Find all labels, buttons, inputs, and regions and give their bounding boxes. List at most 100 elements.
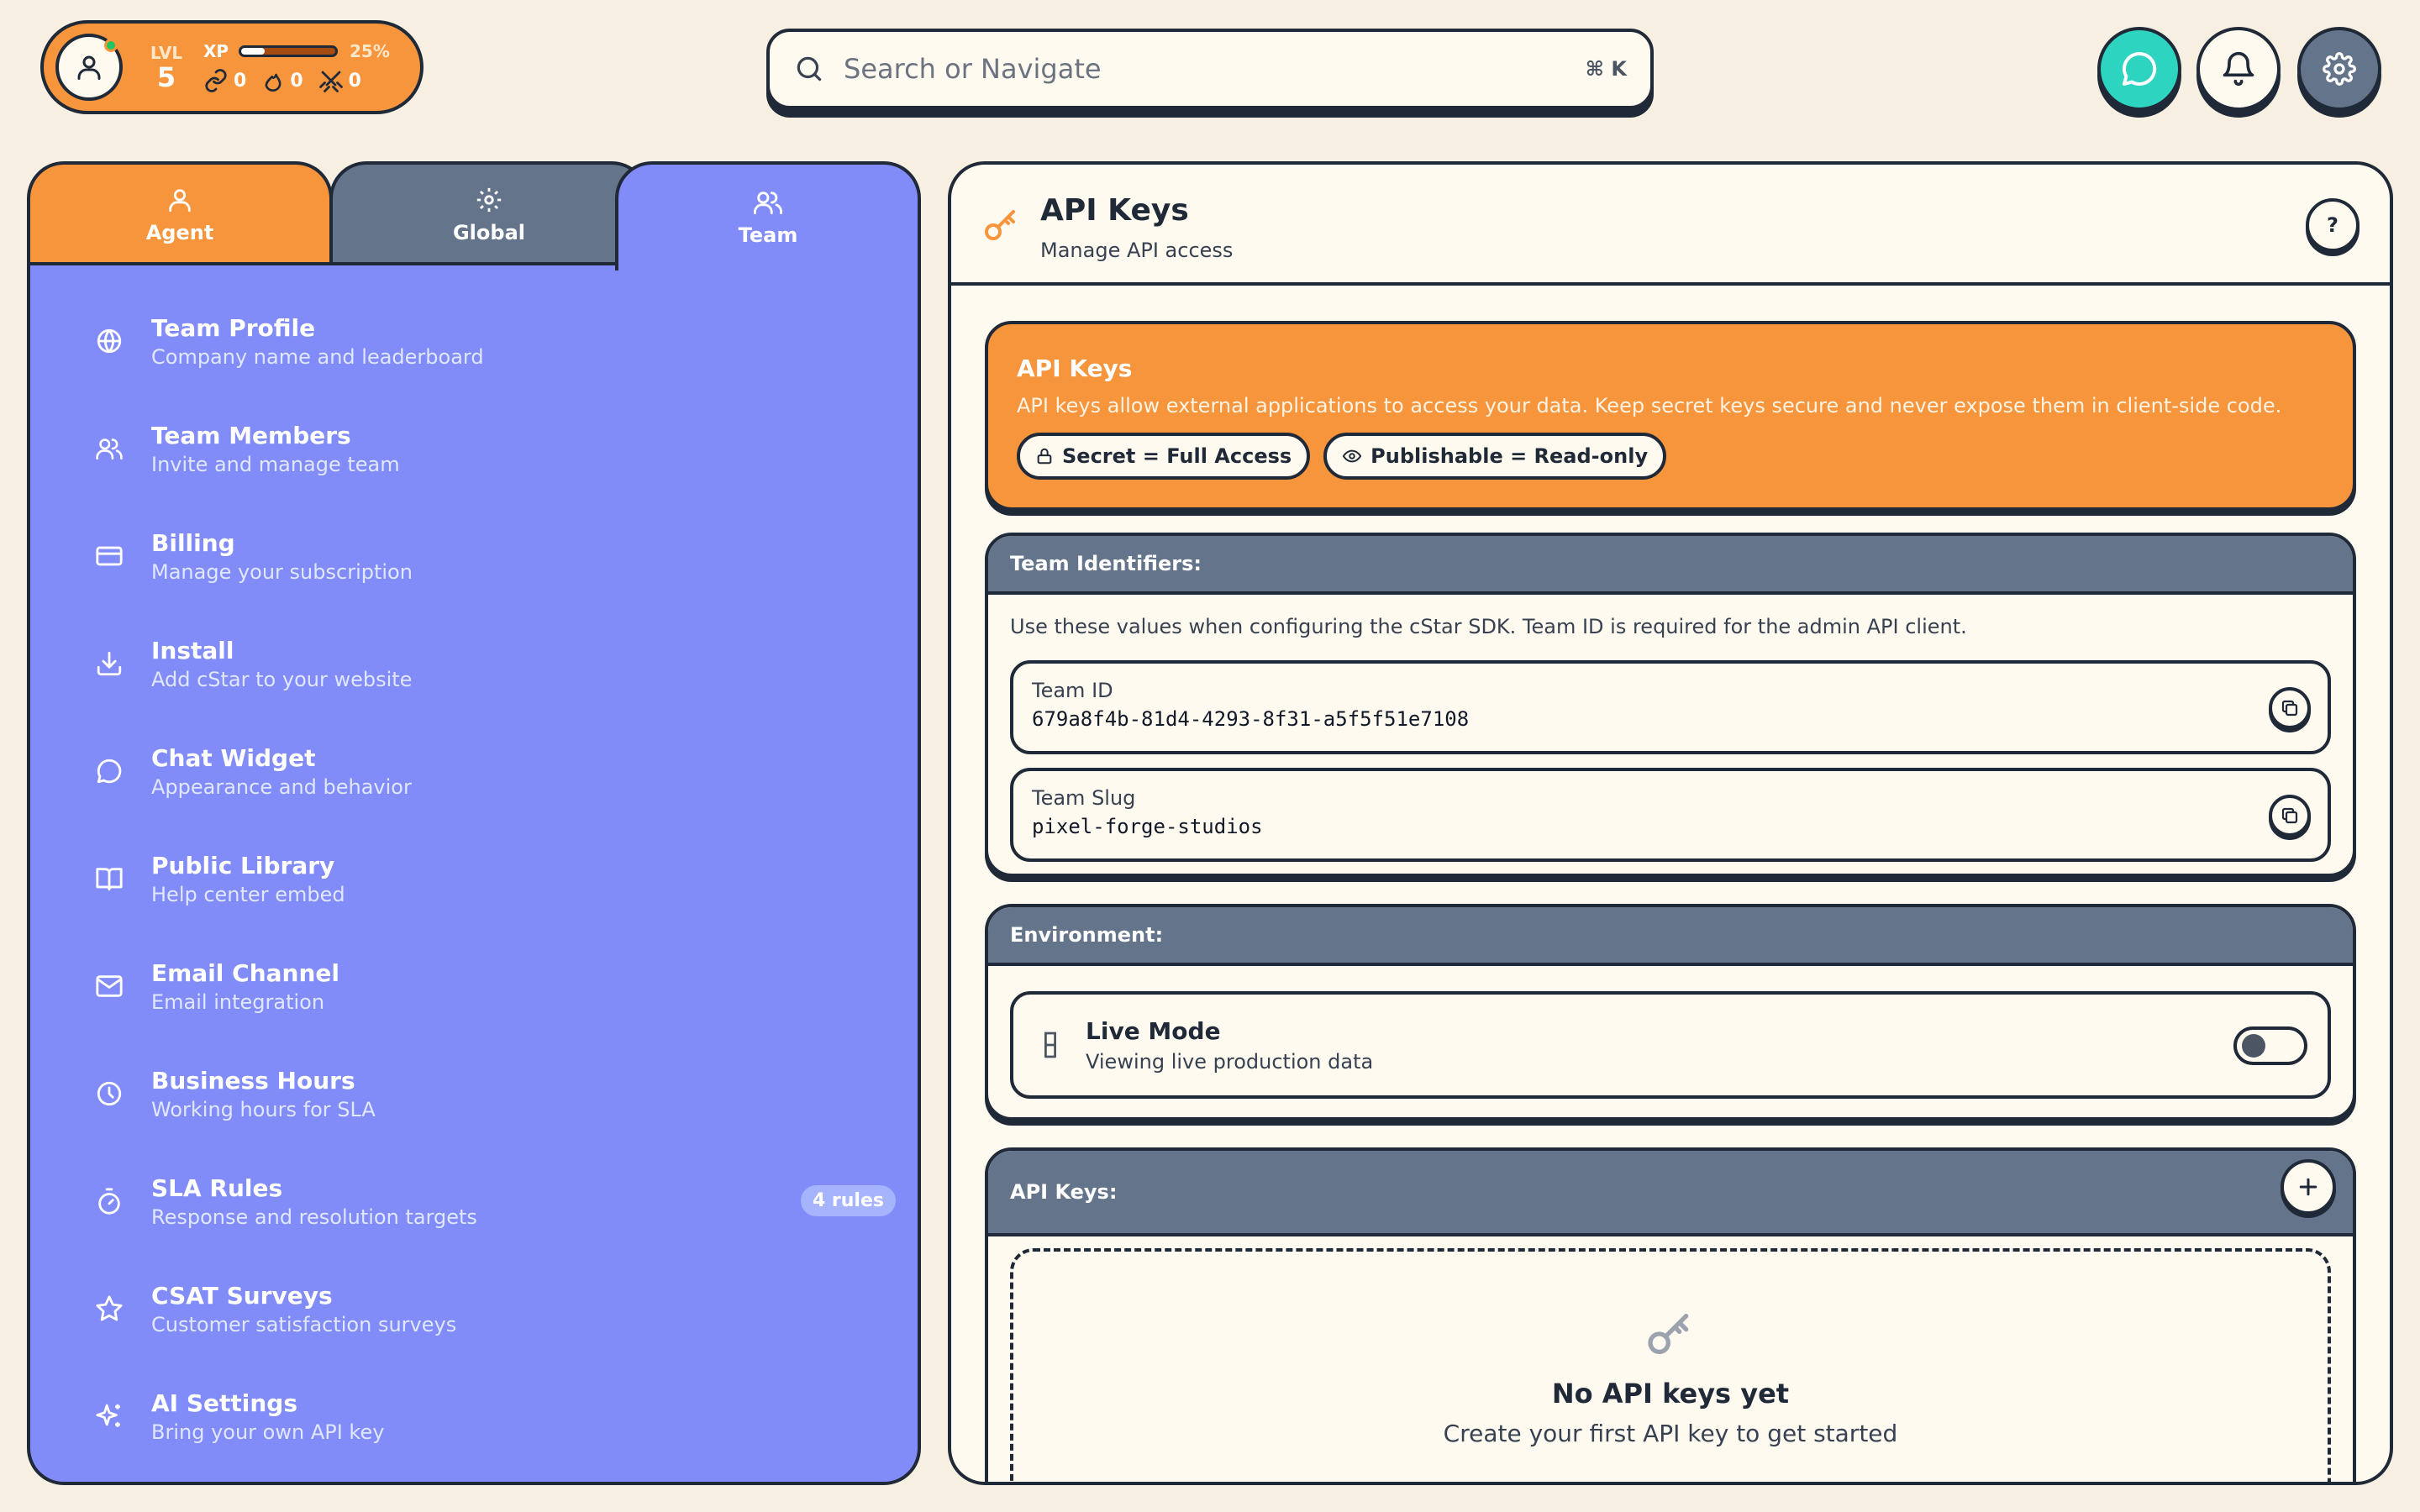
add-api-key-button[interactable] <box>2281 1159 2336 1215</box>
page-subtitle: Manage API access <box>1040 239 1234 262</box>
live-mode-row: Live Mode Viewing live production data <box>1010 991 2331 1099</box>
tab-global[interactable]: Global <box>329 161 649 265</box>
sla-rules-count-badge: 4 rules <box>800 1185 896 1216</box>
sidebar-item-title: Team Members <box>151 421 351 449</box>
sidebar-item-title: Team Profile <box>151 313 316 342</box>
sidebar-item-subtitle: Working hours for SLA <box>151 1097 376 1121</box>
gear-icon <box>2323 52 2356 86</box>
search-bar[interactable]: ⌘ K <box>766 29 1654 109</box>
section-description: Use these values when configuring the cS… <box>1010 615 1967 638</box>
sidebar-item-subtitle: Add cStar to your website <box>151 667 413 691</box>
lock-icon <box>1037 448 1052 465</box>
publishable-key-pill-label: Publishable = Read-only <box>1370 444 1649 468</box>
xp-block: XP 25% 0 0 0 <box>203 38 390 97</box>
mail-icon <box>96 975 123 997</box>
download-icon <box>97 651 122 676</box>
search-icon <box>797 56 822 81</box>
sidebar-item-title: SLA Rules <box>151 1173 283 1202</box>
tab-agent[interactable]: Agent <box>27 161 333 265</box>
panel-header: API Keys Manage API access ? <box>951 165 2390 286</box>
users-icon <box>96 438 123 460</box>
sidebar-item-title: Chat Widget <box>151 743 316 772</box>
team-identifiers-section: Team Identifiers: Use these values when … <box>985 533 2356 877</box>
plus-icon <box>2299 1178 2317 1196</box>
team-slug-field: Team Slug pixel-forge-studios <box>1010 768 2331 862</box>
stat-links: 0 <box>203 68 246 93</box>
info-title: API Keys <box>1017 354 1133 382</box>
sidebar-item-sla-rules[interactable]: SLA Rules Response and resolution targets… <box>64 1159 896 1243</box>
section-heading: Team Identifiers: <box>988 536 2353 595</box>
settings-scope-tabs: Agent Global Team <box>27 161 921 270</box>
sidebar-item-title: AI Settings <box>151 1389 298 1417</box>
api-keys-empty-state: No API keys yet Create your first API ke… <box>1010 1248 2331 1482</box>
sidebar-item-team-profile[interactable]: Team Profile Company name and leaderboard <box>64 299 896 383</box>
swords-icon <box>318 71 343 92</box>
live-mode-title: Live Mode <box>1086 1016 1221 1045</box>
xp-progress-fill <box>241 48 265 55</box>
stat-battles-value: 0 <box>348 70 361 92</box>
player-stats-card[interactable]: LVL 5 XP 25% 0 0 0 <box>40 20 424 114</box>
link-icon <box>205 69 227 92</box>
tab-team[interactable]: Team <box>615 161 921 270</box>
sidebar-item-billing[interactable]: Billing Manage your subscription <box>64 514 896 598</box>
sidebar-item-title: Business Hours <box>151 1066 355 1095</box>
toggle-knob <box>2242 1034 2265 1058</box>
sidebar-item-chat-widget[interactable]: Chat Widget Appearance and behavior <box>64 729 896 813</box>
sidebar-item-subtitle: Company name and leaderboard <box>151 344 484 369</box>
environment-section: Environment: Live Mode Viewing live prod… <box>985 904 2356 1121</box>
page-title: API Keys <box>1040 193 1189 228</box>
section-heading-row: API Keys: <box>988 1151 2353 1236</box>
sidebar-item-title: CSAT Surveys <box>151 1281 333 1310</box>
sidebar-item-title: Billing <box>151 528 235 557</box>
sidebar-item-install[interactable]: Install Add cStar to your website <box>64 622 896 706</box>
chat-bubble-icon <box>2123 51 2157 86</box>
sparkles-icon <box>96 1404 120 1427</box>
timer-icon <box>98 1188 120 1215</box>
sidebar-item-subtitle: Customer satisfaction surveys <box>151 1312 457 1336</box>
tab-global-label: Global <box>452 221 525 244</box>
empty-state-subtitle: Create your first API key to get started <box>1443 1420 1898 1447</box>
xp-percent: 25% <box>350 41 390 61</box>
users-icon <box>754 192 782 215</box>
chat-button[interactable] <box>2097 27 2181 111</box>
key-icon <box>1648 1314 1689 1354</box>
sidebar-item-csat-surveys[interactable]: CSAT Surveys Customer satisfaction survey… <box>64 1267 896 1351</box>
settings-button[interactable] <box>2297 27 2381 111</box>
sidebar-item-subtitle: Response and resolution targets <box>151 1205 477 1229</box>
book-icon <box>96 868 123 891</box>
copy-icon <box>2281 700 2298 717</box>
level-label: LVL <box>150 43 183 63</box>
sidebar-item-title: Public Library <box>151 851 335 879</box>
sidebar-item-team-members[interactable]: Team Members Invite and manage team <box>64 407 896 491</box>
live-mode-subtitle: Viewing live production data <box>1086 1049 1374 1074</box>
xp-label: XP <box>203 41 229 61</box>
live-mode-toggle[interactable] <box>2233 1026 2307 1065</box>
online-status-dot <box>104 39 118 52</box>
avatar[interactable] <box>55 34 123 101</box>
sidebar-item-business-hours[interactable]: Business Hours Working hours for SLA <box>64 1052 896 1136</box>
search-input[interactable] <box>844 53 1586 85</box>
tab-agent-label: Agent <box>145 221 214 244</box>
key-icon <box>985 210 1015 240</box>
flask-icon <box>1044 1032 1056 1058</box>
publishable-key-pill: Publishable = Read-only <box>1323 433 1667 480</box>
xp-progress-bar <box>239 45 338 57</box>
globe-icon <box>97 328 122 354</box>
help-button[interactable]: ? <box>2306 198 2360 252</box>
api-keys-list-section: API Keys: No API keys yet Create your fi… <box>985 1147 2356 1482</box>
sidebar-item-email-channel[interactable]: Email Channel Email integration <box>64 944 896 1028</box>
level-value: 5 <box>156 61 176 93</box>
copy-team-id-button[interactable] <box>2269 687 2311 729</box>
copy-team-slug-button[interactable] <box>2269 795 2311 837</box>
section-heading: API Keys: <box>1010 1180 1118 1204</box>
empty-state-title: No API keys yet <box>1551 1378 1790 1410</box>
sidebar-item-public-library[interactable]: Public Library Help center embed <box>64 837 896 921</box>
credit-card-icon <box>96 546 123 566</box>
sidebar-item-title: Email Channel <box>151 958 339 987</box>
sidebar-item-ai-settings[interactable]: AI Settings Bring your own API key <box>64 1374 896 1458</box>
stat-streak-value: 0 <box>290 70 303 92</box>
notifications-button[interactable] <box>2196 27 2281 111</box>
team-slug-value: pixel-forge-studios <box>1032 815 1263 838</box>
stat-streak: 0 <box>261 69 303 92</box>
team-id-field: Team ID 679a8f4b-81d4-4293-8f31-a5f5f51e… <box>1010 660 2331 754</box>
